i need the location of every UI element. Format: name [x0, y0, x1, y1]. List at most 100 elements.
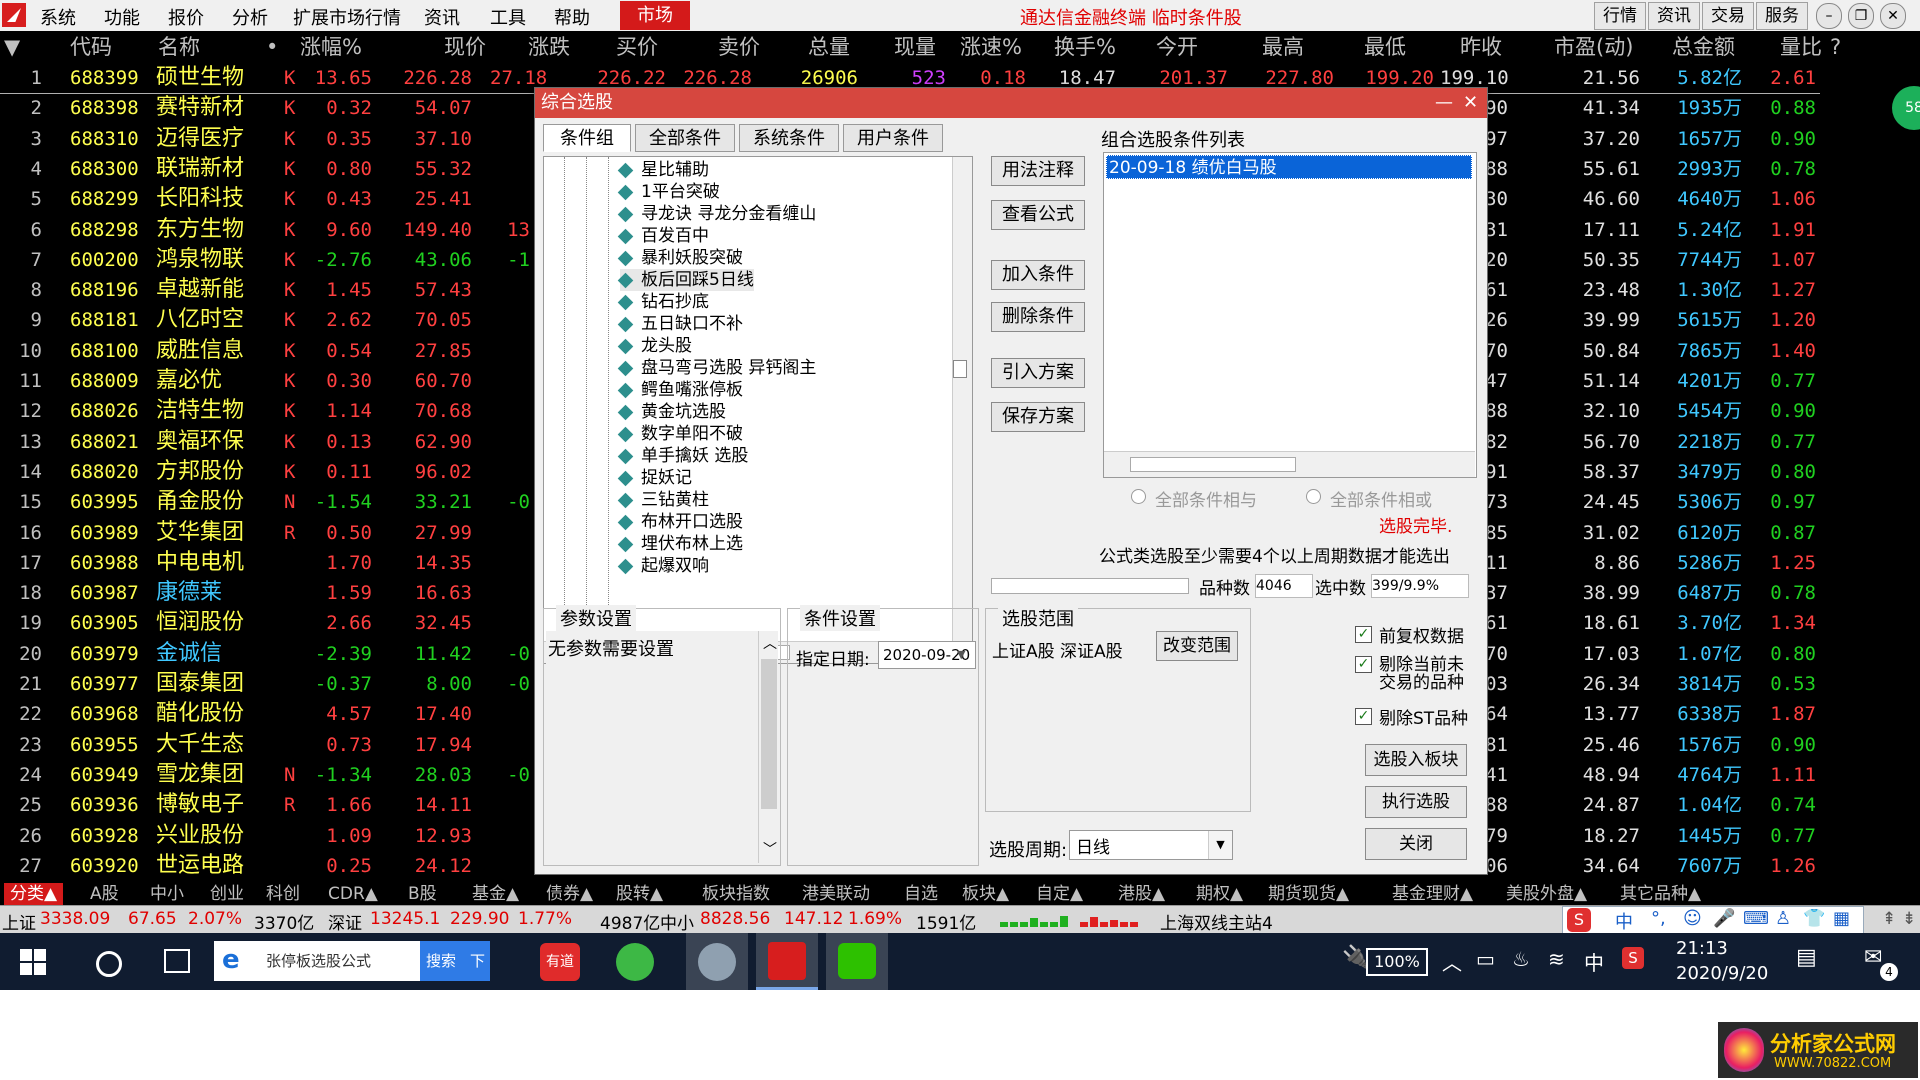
dialog-titlebar[interactable]: 综合选股 — ✕ — [535, 88, 1487, 118]
tree-item[interactable]: 黄金坑选股 — [617, 401, 726, 423]
condition-list[interactable]: 20-09-18 绩优白马股 — [1103, 152, 1477, 478]
tree-item[interactable]: 龙头股 — [617, 335, 692, 357]
to-block-button[interactable]: 选股入板块 — [1365, 744, 1467, 776]
column-header[interactable]: 现量 — [894, 31, 936, 63]
condition-tree[interactable]: 星比辅助 1平台突破 寻龙诀 寻龙分金看缠山 百发百中 暴利妖股突破 板后回踩5日线 钻石抄… — [543, 156, 973, 664]
period-select[interactable]: 日线 ▼ — [1069, 830, 1233, 860]
column-header[interactable]: 涨速% — [960, 31, 1022, 63]
clock-date[interactable]: 2020/9/20 — [1676, 963, 1768, 984]
market-tab[interactable]: 基金理财▲ — [1392, 883, 1473, 905]
wifi-icon[interactable]: ≋ — [1548, 947, 1565, 971]
column-header[interactable]: • — [266, 31, 278, 63]
condition-list-item[interactable]: 20-09-18 绩优白马股 — [1106, 155, 1472, 179]
usage-notes-button[interactable]: 用法注释 — [991, 156, 1085, 186]
tree-item[interactable]: 百发百中 — [617, 225, 709, 247]
delete-condition-button[interactable]: 删除条件 — [991, 302, 1085, 332]
market-tab[interactable]: CDR▲ — [328, 883, 378, 905]
market-tab[interactable]: 股转▲ — [616, 883, 663, 905]
market-tab[interactable]: 板块▲ — [962, 883, 1009, 905]
market-tab[interactable]: 其它品种▲ — [1620, 883, 1701, 905]
market-tab[interactable]: 板块指数 — [702, 883, 770, 905]
menu-news[interactable]: 资讯 — [424, 4, 460, 30]
param-scroll-thumb[interactable] — [761, 659, 777, 809]
menu-extended-market[interactable]: 扩展市场行情 — [293, 4, 401, 30]
menu-help[interactable]: 帮助 — [554, 4, 590, 30]
tab-all-conditions[interactable]: 全部条件 — [635, 124, 735, 152]
ime-punct-icon[interactable]: °, — [1651, 908, 1666, 929]
checkbox-forward-adjust[interactable]: ✓ — [1355, 626, 1372, 643]
menu-function[interactable]: 功能 — [104, 4, 140, 30]
column-header[interactable]: 最高 — [1262, 31, 1304, 63]
tree-item[interactable]: 起爆双响 — [617, 555, 709, 577]
tree-item[interactable]: 数字单阳不破 — [617, 423, 743, 445]
save-scheme-button[interactable]: 保存方案 — [991, 402, 1085, 432]
security-tray-icon[interactable]: ♨ — [1512, 947, 1530, 971]
column-header[interactable]: 总量 — [808, 31, 850, 63]
browser-app-icon[interactable] — [616, 943, 654, 981]
market-tab[interactable]: 分类▲ — [4, 883, 64, 905]
ball-app-tile[interactable] — [686, 933, 748, 990]
scroll-down-arrow-icon[interactable]: ﹀ — [763, 839, 777, 859]
tree-item[interactable]: 埋伏布林上选 — [617, 533, 743, 555]
action-center-icon[interactable]: ✉ — [1864, 945, 1882, 970]
chevron-up-icon[interactable]: ︿ — [1442, 947, 1462, 976]
youdao-app-icon[interactable]: 有道 — [540, 943, 580, 981]
dialog-minimize-icon[interactable]: — — [1435, 88, 1453, 118]
column-header[interactable]: 量比 — [1780, 31, 1822, 63]
battery-indicator[interactable]: 100% — [1366, 948, 1428, 976]
sort-chevron-icon[interactable]: ▼ — [4, 31, 20, 63]
restore-icon[interactable]: ❐ — [1848, 3, 1874, 29]
column-header[interactable]: 市盈(动) — [1554, 31, 1633, 63]
column-header[interactable]: 涨幅% — [300, 31, 362, 63]
ime-mode-icon[interactable]: 中 — [1615, 908, 1633, 934]
scroll-down-icon[interactable]: ⇟ — [1902, 909, 1916, 929]
tree-item[interactable]: 三钻黄柱 — [617, 489, 709, 511]
column-header[interactable]: 名称 — [158, 31, 200, 63]
tree-item[interactable]: 捉妖记 — [617, 467, 692, 489]
dialog-close-icon[interactable]: ✕ — [1463, 88, 1478, 118]
date-picker[interactable]: 2020-09-20 ▼ — [878, 641, 976, 669]
tree-item[interactable]: 1平台突破 — [617, 181, 720, 203]
menu-analysis[interactable]: 分析 — [232, 4, 268, 30]
cortana-icon[interactable] — [96, 951, 122, 977]
emoji-icon[interactable]: ☺ — [1683, 908, 1702, 929]
market-tab[interactable]: 港股▲ — [1118, 883, 1165, 905]
column-header[interactable]: 现价 — [444, 31, 486, 63]
market-tab[interactable]: B股 — [408, 883, 437, 905]
menu-system[interactable]: 系统 — [40, 4, 76, 30]
close-button[interactable]: 关闭 — [1365, 828, 1467, 860]
tdx-app-tile[interactable] — [756, 933, 818, 990]
column-header[interactable]: ? — [1830, 31, 1841, 63]
condition-list-hscroll[interactable] — [1104, 451, 1475, 477]
checkbox-exclude-st[interactable]: ✓ — [1355, 708, 1372, 725]
market-tab[interactable]: 自选 — [904, 883, 938, 905]
market-tab[interactable]: 期货现货▲ — [1268, 883, 1349, 905]
tab-system-conditions[interactable]: 系统条件 — [739, 124, 839, 152]
tree-item[interactable]: 星比辅助 — [617, 159, 709, 181]
column-header[interactable]: 换手% — [1054, 31, 1116, 63]
param-scrollbar[interactable]: ︿ ﹀ — [758, 631, 779, 863]
tree-item[interactable]: 钻石抄底 — [617, 291, 709, 313]
column-header[interactable]: 涨跌 — [528, 31, 570, 63]
search-button[interactable]: 搜索 下 — [420, 941, 490, 981]
sogou-ime-icon[interactable]: S — [1567, 908, 1591, 932]
add-condition-button[interactable]: 加入条件 — [991, 260, 1085, 290]
column-header[interactable]: 总金额 — [1672, 31, 1735, 63]
market-tab[interactable]: 港美联动 — [802, 883, 870, 905]
column-header[interactable]: 昨收 — [1460, 31, 1502, 63]
scroll-up-icon[interactable]: ⇞ — [1882, 909, 1896, 929]
column-header[interactable]: 代码 — [70, 31, 112, 63]
tab-condition-group[interactable]: 条件组 — [543, 124, 631, 152]
keyboard-icon[interactable]: ⌨ — [1743, 908, 1769, 929]
market-tab[interactable]: 债券▲ — [546, 883, 593, 905]
minimize-icon[interactable]: – — [1816, 3, 1842, 29]
scroll-up-arrow-icon[interactable]: ︿ — [763, 633, 777, 653]
server-name[interactable]: 上海双线主站4 — [1160, 909, 1273, 934]
condition-list-scroll-thumb[interactable] — [1130, 457, 1296, 472]
wechat-app-tile[interactable] — [826, 933, 888, 990]
import-scheme-button[interactable]: 引入方案 — [991, 358, 1085, 388]
radio-all-or[interactable] — [1306, 489, 1321, 504]
column-header[interactable]: 最低 — [1364, 31, 1406, 63]
market-tab[interactable]: 期权▲ — [1196, 883, 1243, 905]
top-button-service[interactable]: 服务 — [1756, 2, 1808, 30]
